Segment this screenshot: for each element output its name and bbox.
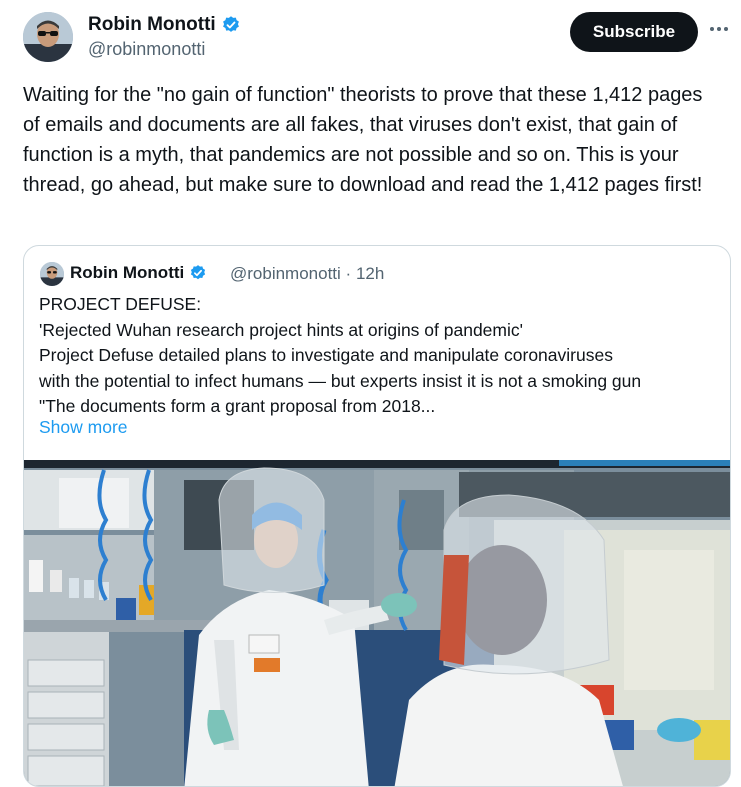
quote-text: PROJECT DEFUSE: 'Rejected Wuhan research…	[39, 292, 719, 420]
more-options-icon[interactable]	[708, 18, 730, 40]
quote-line: with the potential to infect humans — bu…	[39, 370, 642, 391]
verified-badge-icon	[222, 16, 239, 32]
quote-line: 'Rejected Wuhan research project hints a…	[39, 319, 523, 340]
tweet-text: Waiting for the "no gain of function" th…	[23, 84, 703, 196]
author-handle[interactable]: @robinmonotti	[88, 39, 205, 60]
author-name-text[interactable]: Robin Monotti	[88, 14, 216, 36]
quote-author-avatar[interactable]	[40, 262, 64, 286]
verified-badge-icon	[191, 265, 206, 280]
quote-media-photo[interactable]	[24, 460, 730, 787]
quoted-tweet[interactable]: Robin Monotti @robinmonotti · 12h PROJEC…	[23, 245, 731, 787]
quote-line: "The documents form a grant proposal fro…	[39, 396, 436, 416]
subscribe-button[interactable]: Subscribe	[570, 12, 698, 52]
quote-line: Project Defuse detailed plans to investi…	[39, 345, 613, 365]
quote-line: PROJECT DEFUSE:	[39, 294, 202, 314]
quote-meta: @robinmonotti · 12h	[230, 264, 384, 284]
quote-author-name[interactable]: Robin Monotti	[70, 263, 207, 283]
quote-separator: ·	[345, 264, 352, 283]
quote-timestamp[interactable]: 12h	[356, 264, 384, 283]
quote-author-name-text[interactable]: Robin Monotti	[70, 263, 184, 283]
author-name[interactable]: Robin Monotti	[88, 14, 241, 36]
quote-author-handle[interactable]: @robinmonotti	[230, 264, 341, 283]
author-avatar[interactable]	[23, 12, 73, 62]
show-more-link[interactable]: Show more	[39, 417, 128, 438]
